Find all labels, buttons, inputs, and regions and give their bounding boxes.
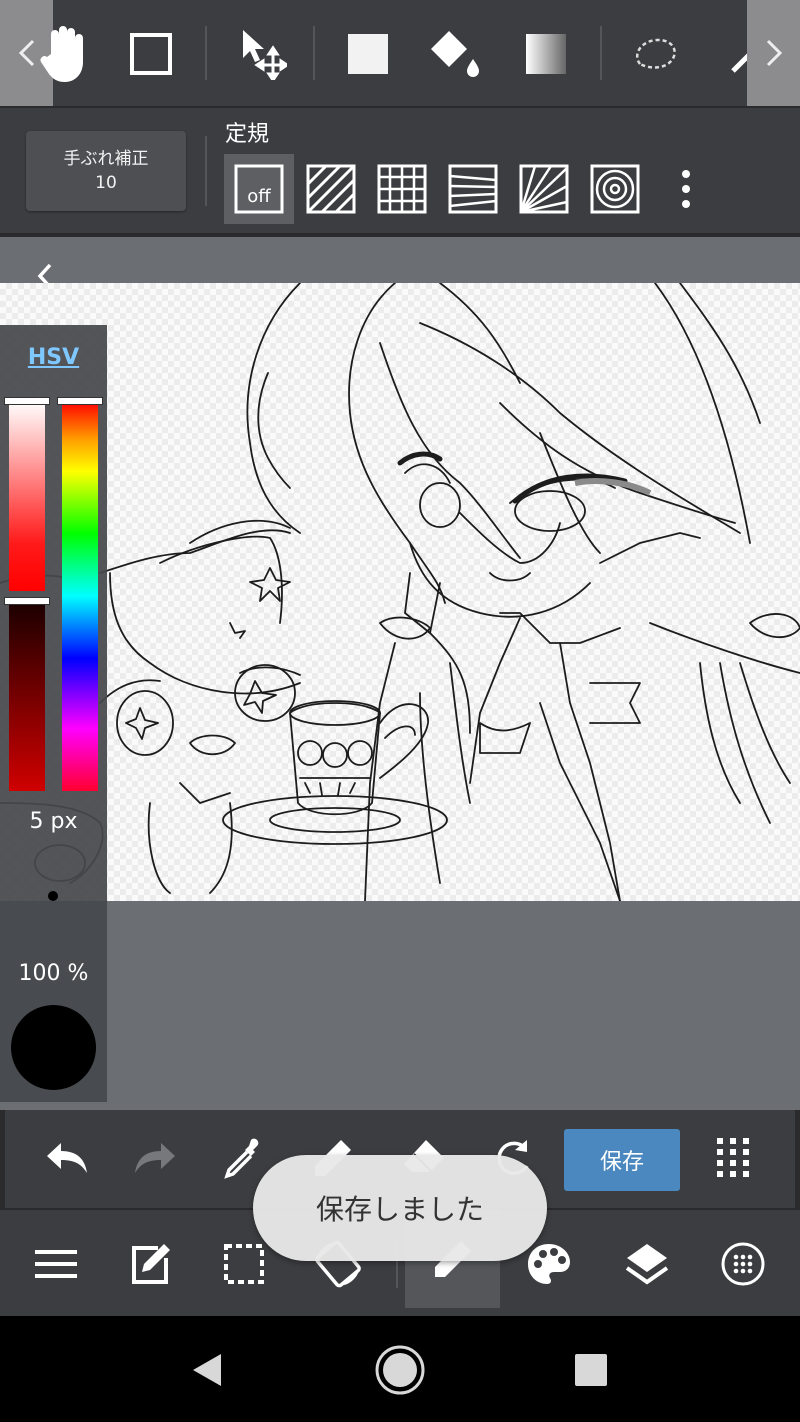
fill-rect-tool-button[interactable]	[336, 22, 400, 86]
recents-square-icon	[575, 1354, 607, 1386]
hand-icon	[40, 26, 83, 82]
gradient-icon	[526, 34, 566, 74]
redo-button[interactable]	[125, 1128, 185, 1188]
ruler-grid-button[interactable]	[367, 154, 437, 224]
saturation-handle[interactable]	[4, 397, 50, 405]
radial-ruler-icon	[519, 164, 569, 214]
eyedropper-icon	[224, 1138, 259, 1179]
divider	[205, 136, 207, 206]
sub-toolbar: 手ぶれ補正 10 定規 off	[0, 108, 800, 235]
hue-slider[interactable]	[62, 401, 98, 791]
hamburger-icon	[35, 1250, 77, 1278]
concentric-ruler-icon	[590, 164, 640, 214]
ruler-off-label: off	[247, 186, 271, 207]
back-button[interactable]	[176, 1338, 240, 1402]
edit-button[interactable]	[118, 1232, 182, 1296]
redo-icon	[135, 1143, 175, 1173]
stabilizer-button[interactable]: 手ぶれ補正 10	[26, 131, 186, 211]
hue-handle[interactable]	[57, 397, 103, 405]
hand-tool-button[interactable]	[32, 22, 96, 86]
current-color-swatch[interactable]	[11, 1005, 96, 1090]
more-vert-icon	[682, 170, 690, 208]
layers-icon	[625, 1244, 669, 1285]
brightness-handle[interactable]	[4, 597, 50, 605]
ruler-off-icon: off	[234, 164, 284, 214]
grid-menu-button[interactable]	[703, 1128, 763, 1188]
line-art-illustration	[0, 283, 800, 901]
tool-bar	[0, 0, 800, 108]
stabilizer-label: 手ぶれ補正	[63, 149, 149, 169]
layers-menu-button[interactable]	[615, 1232, 679, 1296]
home-circle-icon	[375, 1345, 425, 1395]
dots-circle-icon	[721, 1242, 765, 1286]
opacity-label[interactable]: 100 %	[0, 961, 107, 986]
parallel-ruler-icon	[306, 164, 356, 214]
hsv-mode-link[interactable]: HSV	[0, 345, 107, 370]
ruler-perspective-button[interactable]	[438, 154, 508, 224]
workspace	[0, 237, 800, 1110]
home-button[interactable]	[368, 1338, 432, 1402]
grid-ruler-icon	[377, 164, 427, 214]
scroll-right-button[interactable]	[747, 0, 800, 106]
divider	[313, 26, 315, 80]
color-panel: HSV 5 px 100 %	[0, 325, 107, 1102]
saved-toast: 保存しました	[253, 1155, 547, 1261]
more-options-button[interactable]	[668, 164, 704, 214]
move-tool-button[interactable]	[229, 22, 293, 86]
perspective-ruler-icon	[448, 164, 498, 214]
undo-button[interactable]	[37, 1128, 97, 1188]
edit-square-icon	[132, 1244, 170, 1284]
palette-icon	[528, 1244, 570, 1284]
filled-square-icon	[348, 34, 388, 74]
ruler-concentric-button[interactable]	[580, 154, 650, 224]
brush-size-preview	[48, 891, 58, 901]
gradient-tool-button[interactable]	[514, 22, 578, 86]
lasso-icon	[635, 38, 676, 69]
save-button[interactable]: 保存	[564, 1129, 680, 1191]
brightness-slider[interactable]	[9, 601, 45, 791]
dashed-select-icon	[224, 1244, 264, 1284]
material-menu-button[interactable]	[711, 1232, 775, 1296]
apps-grid-icon	[717, 1138, 749, 1177]
bucket-fill-tool-button[interactable]	[424, 22, 488, 86]
divider	[205, 26, 207, 80]
main-menu-button[interactable]	[24, 1232, 88, 1296]
ruler-radial-button[interactable]	[509, 154, 579, 224]
move-arrow-icon	[243, 30, 287, 80]
chevron-right-icon	[766, 39, 782, 67]
paint-bucket-icon	[431, 31, 479, 77]
brush-size-label[interactable]: 5 px	[0, 809, 107, 834]
saturation-slider[interactable]	[9, 401, 45, 591]
ruler-parallel-button[interactable]	[296, 154, 366, 224]
ruler-off-button[interactable]: off	[224, 154, 294, 224]
lasso-tool-button[interactable]	[624, 22, 688, 86]
divider	[600, 26, 602, 80]
rectangle-select-tool-button[interactable]	[119, 22, 183, 86]
ruler-title: 定規	[225, 122, 270, 147]
undo-icon	[47, 1143, 87, 1173]
drawing-canvas[interactable]	[0, 283, 800, 901]
stabilizer-value: 10	[95, 173, 117, 193]
recents-button[interactable]	[559, 1338, 623, 1402]
back-triangle-icon	[193, 1354, 221, 1386]
system-nav-bar	[0, 1316, 800, 1422]
square-outline-icon	[130, 33, 172, 75]
